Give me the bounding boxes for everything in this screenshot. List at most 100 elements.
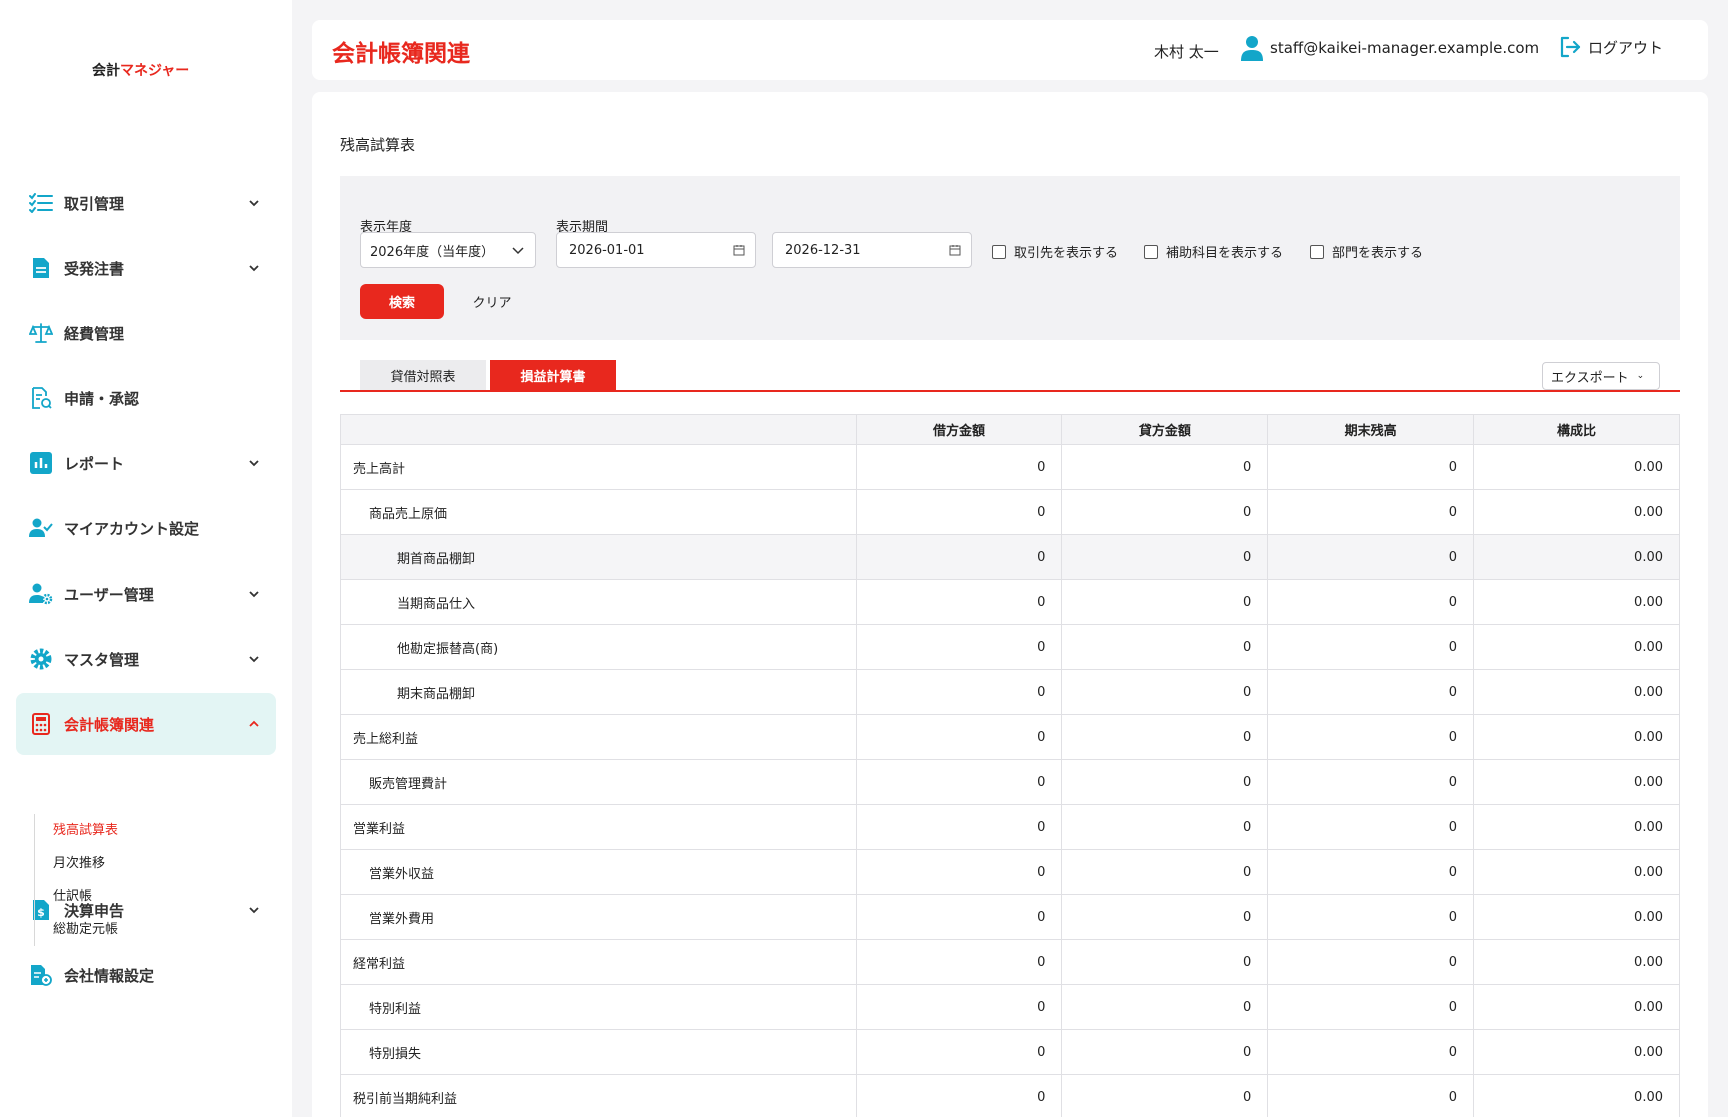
checkbox-box[interactable] [992, 244, 1006, 259]
logout-button[interactable]: ログアウト [1558, 35, 1663, 59]
table-row[interactable]: 税引前当期純利益 0 0 0 0.00 [340, 1074, 1680, 1117]
approval-document-icon [28, 385, 54, 411]
table-row[interactable]: 期末商品棚卸 0 0 0 0.00 [340, 669, 1680, 715]
table-row[interactable]: 特別利益 0 0 0 0.00 [340, 984, 1680, 1030]
header-debit[interactable]: 借方金額 [855, 414, 1063, 445]
checkbox-label: 補助科目を表示する [1166, 246, 1284, 261]
ratio-cell: 0.00 [1473, 804, 1680, 850]
tab-income-statement[interactable]: 損益計算書 [490, 360, 616, 391]
table-row[interactable]: 販売管理費計 0 0 0 0.00 [340, 759, 1680, 805]
date-from-input[interactable]: 2026-01-01 [556, 232, 756, 268]
year-select[interactable]: 2026年度（当年度） [360, 232, 536, 268]
sidebar-item-3[interactable]: 申請・承認 [16, 367, 276, 429]
table-row[interactable]: 売上総利益 0 0 0 0.00 [340, 714, 1680, 760]
company-document-icon [28, 962, 54, 988]
ratio-cell: 0.00 [1473, 624, 1680, 670]
sidebar-item-4[interactable]: レポート [16, 432, 276, 494]
credit-cell: 0 [1061, 804, 1269, 850]
header-closing-balance[interactable]: 期末残高 [1267, 414, 1475, 445]
date-to-input[interactable]: 2026-12-31 [772, 232, 972, 268]
credit-cell: 0 [1061, 1074, 1269, 1117]
debit-cell: 0 [855, 489, 1063, 535]
chevron-down-icon[interactable] [242, 262, 266, 275]
chevron-down-icon[interactable] [242, 588, 266, 601]
calendar-icon[interactable] [733, 244, 745, 256]
debit-cell: 0 [855, 444, 1063, 490]
sidebar-item-10[interactable]: 会社情報設定 [16, 944, 276, 1006]
search-button[interactable]: 検索 [360, 284, 444, 319]
page-title: 会計帳簿関連 [332, 41, 470, 67]
sidebar-item-2[interactable]: 経費管理 [16, 302, 276, 364]
sidebar-item-6[interactable]: ユーザー管理 [16, 563, 276, 625]
submenu-item[interactable]: 仕訳帳 [53, 880, 118, 913]
sidebar-item-5[interactable]: マイアカウント設定 [16, 497, 276, 559]
clear-button[interactable]: クリア [468, 284, 516, 319]
calendar-icon[interactable] [949, 244, 961, 256]
header-ratio[interactable]: 構成比 [1473, 414, 1680, 445]
ratio-cell: 0.00 [1473, 984, 1680, 1030]
submenu-item[interactable]: 残高試算表 [53, 814, 118, 847]
account-name-cell: 期末商品棚卸 [340, 669, 857, 715]
checkbox-box[interactable] [1144, 244, 1158, 259]
logout-icon [1560, 36, 1581, 58]
table-row[interactable]: 営業外費用 0 0 0 0.00 [340, 894, 1680, 940]
ratio-cell: 0.00 [1473, 489, 1680, 535]
debit-cell: 0 [855, 984, 1063, 1030]
checkbox-label: 部門を表示する [1332, 246, 1424, 261]
balance-scale-icon [28, 320, 54, 346]
checkbox-show-departments[interactable]: 部門を表示する [1310, 242, 1423, 261]
header-credit[interactable]: 貸方金額 [1061, 414, 1269, 445]
checkbox-box[interactable] [1310, 244, 1324, 259]
debit-cell: 0 [855, 849, 1063, 895]
table-row[interactable]: 経常利益 0 0 0 0.00 [340, 939, 1680, 985]
sidebar-item-0[interactable]: 取引管理 [16, 172, 276, 234]
logout-label: ログアウト [1588, 38, 1664, 57]
closing-balance-cell: 0 [1267, 984, 1475, 1030]
table-row[interactable]: 商品売上原価 0 0 0 0.00 [340, 489, 1680, 535]
table-row[interactable]: 他勘定振替高(商) 0 0 0 0.00 [340, 624, 1680, 670]
sidebar-item-label: 申請・承認 [64, 389, 140, 408]
sidebar-item-label: 取引管理 [64, 194, 125, 213]
account-email[interactable]: staff@kaikei-manager.example.com [1240, 35, 1539, 61]
closing-balance-cell: 0 [1267, 1074, 1475, 1117]
submenu-item[interactable]: 月次推移 [53, 847, 118, 880]
tab-balance-sheet[interactable]: 貸借対照表 [360, 360, 486, 391]
debit-cell: 0 [855, 714, 1063, 760]
checkbox-show-partners[interactable]: 取引先を表示する [992, 242, 1118, 261]
table-row[interactable]: 営業利益 0 0 0 0.00 [340, 804, 1680, 850]
chevron-down-icon[interactable] [242, 457, 266, 470]
table-row[interactable]: 営業外収益 0 0 0 0.00 [340, 849, 1680, 895]
table-row[interactable]: 当期商品仕入 0 0 0 0.00 [340, 579, 1680, 625]
sidebar-item-label: マスタ管理 [64, 650, 140, 669]
table-row[interactable]: 売上高計 0 0 0 0.00 [340, 444, 1680, 490]
logo-accent: マネジャー [120, 63, 190, 79]
chevron-down-icon[interactable] [242, 904, 266, 917]
sidebar-item-8[interactable]: 会計帳簿関連 [16, 693, 276, 755]
chevron-down-icon[interactable] [242, 197, 266, 210]
account-name-cell: 税引前当期純利益 [340, 1074, 857, 1117]
closing-balance-cell: 0 [1267, 1029, 1475, 1075]
ratio-cell: 0.00 [1473, 1074, 1680, 1117]
credit-cell: 0 [1061, 579, 1269, 625]
sidebar-item-1[interactable]: 受発注書 [16, 237, 276, 299]
export-dropdown[interactable]: エクスポート ⌄ [1542, 362, 1660, 390]
tabs-underline [340, 390, 1680, 392]
account-name-cell: 特別損失 [340, 1029, 857, 1075]
credit-cell: 0 [1061, 534, 1269, 580]
account-name-cell: 他勘定振替高(商) [340, 624, 857, 670]
chevron-down-icon[interactable] [242, 653, 266, 666]
closing-balance-cell: 0 [1267, 849, 1475, 895]
submenu-item[interactable]: 総勘定元帳 [53, 913, 118, 946]
account-name-cell: 経常利益 [340, 939, 857, 985]
chevron-up-icon[interactable] [242, 718, 266, 731]
app-logo[interactable]: 会計マネジャー [92, 60, 189, 80]
sidebar-item-7[interactable]: マスタ管理 [16, 628, 276, 690]
closing-balance-cell: 0 [1267, 759, 1475, 805]
table-row[interactable]: 特別損失 0 0 0 0.00 [340, 1029, 1680, 1075]
account-name-cell: 期首商品棚卸 [340, 534, 857, 580]
credit-cell: 0 [1061, 489, 1269, 535]
checkbox-show-sub-accounts[interactable]: 補助科目を表示する [1144, 242, 1283, 261]
sidebar-item-label: ユーザー管理 [64, 585, 154, 604]
table-row[interactable]: 期首商品棚卸 0 0 0 0.00 [340, 534, 1680, 580]
credit-cell: 0 [1061, 984, 1269, 1030]
